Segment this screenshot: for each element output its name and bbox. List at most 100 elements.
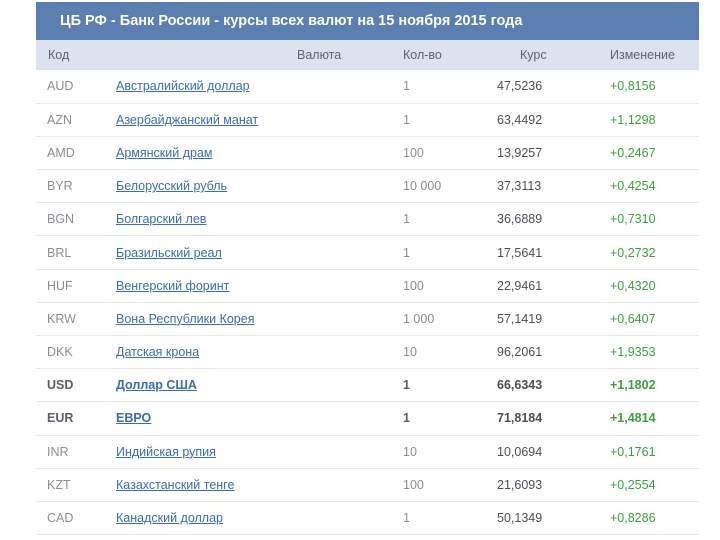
rate-change: +0,6407 <box>610 311 656 326</box>
currency-rate: 37,3113 <box>497 179 542 194</box>
currency-quantity: 10 000 <box>403 179 442 194</box>
currency-name-cell: Армянский драм <box>104 136 400 169</box>
rate-change: +1,1298 <box>610 112 656 127</box>
currency-name-cell: ЕВРО <box>104 402 400 435</box>
currency-code: AZN <box>47 112 72 127</box>
table-row: AZN Азербайджанский манат 1 63,4492 +1,1298 <box>36 103 699 137</box>
table-row: HUF Венгерский форинт 100 22,9461 +0,4320 <box>36 269 699 303</box>
table-row: BRL Бразильский реал 1 17,5641 +0,2732 <box>36 236 699 270</box>
table-row: EUR ЕВРО 1 71,8184 +1,4814 <box>36 402 699 436</box>
currency-name-link[interactable]: Болгарский лев <box>116 212 206 226</box>
header-currency: Валюта <box>297 48 342 62</box>
currency-name-cell: Канадский доллар <box>104 501 400 534</box>
currency-name-cell: Белорусский рубль <box>104 170 400 203</box>
currency-rate: 57,1419 <box>497 311 543 326</box>
currency-code: BRL <box>47 245 72 260</box>
table-row: DKK Датская крона 10 96,2061 +1,9353 <box>36 336 699 369</box>
currency-quantity: 100 <box>403 477 424 492</box>
currency-code: INR <box>47 444 69 459</box>
table-body: AUD Австралийский доллар 1 47,5236 +0,8156 AZ… <box>36 70 699 535</box>
rate-change: +1,4814 <box>610 411 656 426</box>
table-row: CAD Канадский доллар 1 50,1349 +0,8286 <box>36 501 699 535</box>
rate-change: +0,4320 <box>610 278 656 293</box>
currency-name-link[interactable]: Венгерский форинт <box>116 279 229 293</box>
currency-name-cell: Бразильский реал <box>104 236 400 269</box>
currency-rate: 10,0694 <box>497 444 543 459</box>
currency-quantity: 1 <box>403 245 410 260</box>
table-row: BYR Белорусский рубль 10 000 37,3113 +0,4254 <box>36 170 699 203</box>
currency-name-link[interactable]: Доллар США <box>116 378 197 392</box>
rates-panel: ЦБ РФ - Банк России - курсы всех валют н… <box>36 2 699 540</box>
currency-rate: 96,2061 <box>497 345 543 360</box>
header-code: Код <box>48 48 70 62</box>
rate-change: +0,8286 <box>610 511 656 526</box>
currency-rate: 13,9257 <box>497 145 543 160</box>
currency-name-link[interactable]: Бразильский реал <box>116 246 222 260</box>
currency-name-link[interactable]: Датская крона <box>116 345 199 359</box>
currency-code: KZT <box>47 477 71 492</box>
currency-name-link[interactable]: Вона Республики Корея <box>116 312 254 326</box>
rate-change: +0,4254 <box>610 179 656 194</box>
currency-code: CAD <box>47 511 74 526</box>
currency-rate: 17,5641 <box>497 245 543 260</box>
currency-name-link[interactable]: Канадский доллар <box>116 511 223 525</box>
currency-code: BGN <box>47 212 75 227</box>
currency-code: USD <box>47 378 74 393</box>
rate-change: +0,7310 <box>610 212 656 227</box>
currency-rate: 71,8184 <box>497 411 543 426</box>
currency-name-cell: Болгарский лев <box>104 203 400 236</box>
currency-quantity: 100 <box>403 278 424 293</box>
currency-code: AUD <box>47 79 74 94</box>
table-row: KZT Казахстанский тенге 100 21,6093 +0,2554 <box>36 468 699 502</box>
currency-name-link[interactable]: Казахстанский тенге <box>116 478 234 492</box>
table-row: KRW Вона Республики Корея 1 000 57,1419 +0,6… <box>36 302 699 336</box>
rate-change: +0,8156 <box>610 79 656 94</box>
table-header: Код Валюта Кол-во Курс Изменение <box>36 40 699 70</box>
currency-name-link[interactable]: Индийская рупия <box>116 445 216 459</box>
currency-rate: 63,4492 <box>497 112 543 127</box>
header-rate: Курс <box>520 48 547 62</box>
currency-name-link[interactable]: Армянский драм <box>116 146 213 160</box>
currency-rate: 36,6889 <box>497 212 543 227</box>
header-quantity: Кол-во <box>403 48 442 62</box>
rate-change: +0,1761 <box>610 444 656 459</box>
currency-name-cell: Индийская рупия <box>104 435 400 468</box>
currency-rate: 47,5236 <box>497 79 543 94</box>
table-row: INR Индийская рупия 10 10,0694 +0,1761 <box>36 435 699 469</box>
currency-quantity: 10 <box>403 345 417 360</box>
rate-change: +1,1802 <box>610 378 656 393</box>
table-row: AUD Австралийский доллар 1 47,5236 +0,8156 <box>36 70 699 104</box>
currency-quantity: 1 <box>403 79 410 94</box>
currency-name-link[interactable]: Австралийский доллар <box>116 79 250 93</box>
currency-rates-table: Код Валюта Кол-во Курс Изменение AUD Авст… <box>36 40 699 535</box>
currency-name-link[interactable]: Белорусский рубль <box>116 179 227 193</box>
rate-change: +0,2732 <box>610 245 656 260</box>
currency-quantity: 1 <box>403 212 410 227</box>
currency-name-cell: Вона Республики Корея <box>104 302 400 335</box>
page-title: ЦБ РФ - Банк России - курсы всех валют н… <box>36 2 699 40</box>
currency-quantity: 10 <box>403 444 417 459</box>
currency-quantity: 1 <box>403 411 410 426</box>
currency-quantity: 1 000 <box>403 311 435 326</box>
rate-change: +1,9353 <box>610 345 656 360</box>
currency-code: BYR <box>47 179 73 194</box>
currency-code: EUR <box>47 411 74 426</box>
currency-code: HUF <box>47 278 73 293</box>
currency-code: KRW <box>47 311 76 326</box>
table-row: BGN Болгарский лев 1 36,6889 +0,7310 <box>36 203 699 236</box>
header-row: Код Валюта Кол-во Курс Изменение <box>36 40 699 70</box>
currency-quantity: 1 <box>403 511 410 526</box>
currency-name-cell: Венгерский форинт <box>104 269 400 302</box>
currency-quantity: 1 <box>403 378 410 393</box>
currency-name-link[interactable]: Азербайджанский манат <box>116 113 258 127</box>
currency-rate: 22,9461 <box>497 278 543 293</box>
table-row: AMD Армянский драм 100 13,9257 +0,2467 <box>36 136 699 170</box>
currency-code: DKK <box>47 345 73 360</box>
currency-quantity: 1 <box>403 112 410 127</box>
currency-name-link[interactable]: ЕВРО <box>116 411 151 425</box>
currency-name-cell: Азербайджанский манат <box>104 103 400 136</box>
currency-quantity: 100 <box>403 145 424 160</box>
rate-change: +0,2554 <box>610 477 656 492</box>
table-row: USD Доллар США 1 66,6343 +1,1802 <box>36 369 699 402</box>
currency-rate: 21,6093 <box>497 477 543 492</box>
